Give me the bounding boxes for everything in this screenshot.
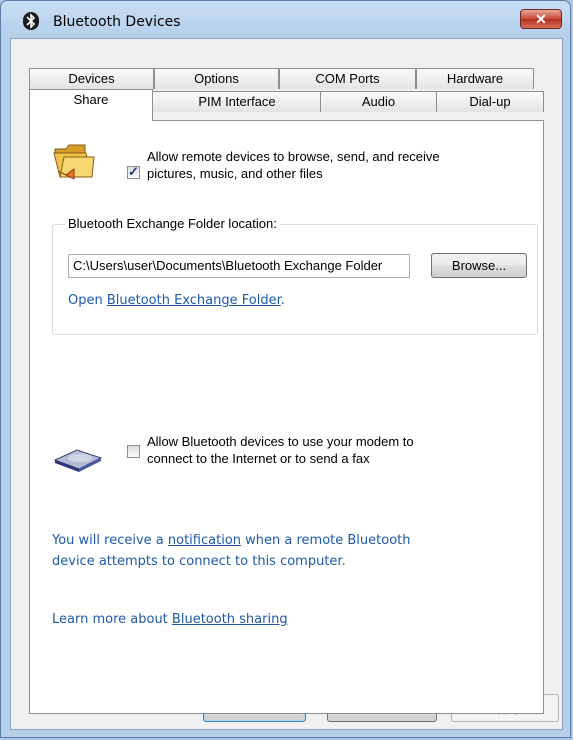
allow-modem-line2: connect to the Internet or to send a fax [147,451,370,466]
tab-com-ports[interactable]: COM Ports [279,68,416,89]
notify-prefix: You will receive a [52,533,168,548]
notification-link[interactable]: notification [168,533,241,548]
tab-share[interactable]: Share [29,89,153,121]
checkmark-icon: ✓ [128,164,139,179]
tab-audio[interactable]: Audio [320,91,437,112]
open-exchange-folder-link[interactable]: Bluetooth Exchange Folder [107,293,281,308]
allow-modem-label[interactable]: Allow Bluetooth devices to use your mode… [147,433,414,467]
notify-line2: device attempts to connect to this compu… [52,554,346,569]
learn-more-text: Learn more about Bluetooth sharing [52,612,288,627]
open-folder-line: Open Bluetooth Exchange Folder. [68,293,285,308]
tab-hardware[interactable]: Hardware [416,68,534,89]
allow-browse-line1: Allow remote devices to browse, send, an… [147,149,440,164]
window-title: Bluetooth Devices [53,14,181,30]
bluetooth-icon [23,12,39,30]
folder-path-field[interactable]: C:\Users\user\Documents\Bluetooth Exchan… [68,254,410,278]
browse-button[interactable]: Browse... [431,253,527,278]
bluetooth-sharing-link[interactable]: Bluetooth sharing [172,612,288,627]
close-button[interactable]: ✕ [520,9,562,29]
open-suffix: . [280,293,285,308]
close-icon: ✕ [535,11,547,27]
tab-pim-interface[interactable]: PIM Interface [152,91,322,112]
exchange-folder-group-label: Bluetooth Exchange Folder location: [65,216,280,231]
exchange-folder-groupbox: Bluetooth Exchange Folder location: C:\U… [52,216,538,335]
share-tab-panel: ✓ Allow remote devices to browse, send, … [29,120,544,714]
tab-devices[interactable]: Devices [29,68,154,89]
tab-options[interactable]: Options [154,68,279,89]
dialog-client-area: Devices Options COM Ports Hardware Share… [10,38,563,730]
title-bar[interactable]: Bluetooth Devices ✕ [1,1,570,37]
allow-browse-label[interactable]: Allow remote devices to browse, send, an… [147,148,440,182]
allow-browse-line2: pictures, music, and other files [147,166,323,181]
notification-text: You will receive a notification when a r… [52,530,410,572]
allow-modem-checkbox[interactable] [127,445,140,458]
bluetooth-devices-window: Bluetooth Devices ✕ Devices Options COM … [0,0,571,738]
allow-browse-checkbox[interactable]: ✓ [127,164,140,179]
modem-icon [53,447,103,473]
allow-modem-line1: Allow Bluetooth devices to use your mode… [147,434,414,449]
tab-dial-up[interactable]: Dial-up [436,91,544,112]
open-prefix: Open [68,293,107,308]
notify-suffix: when a remote Bluetooth [241,533,411,548]
learn-prefix: Learn more about [52,612,172,627]
folder-share-icon [52,141,98,183]
